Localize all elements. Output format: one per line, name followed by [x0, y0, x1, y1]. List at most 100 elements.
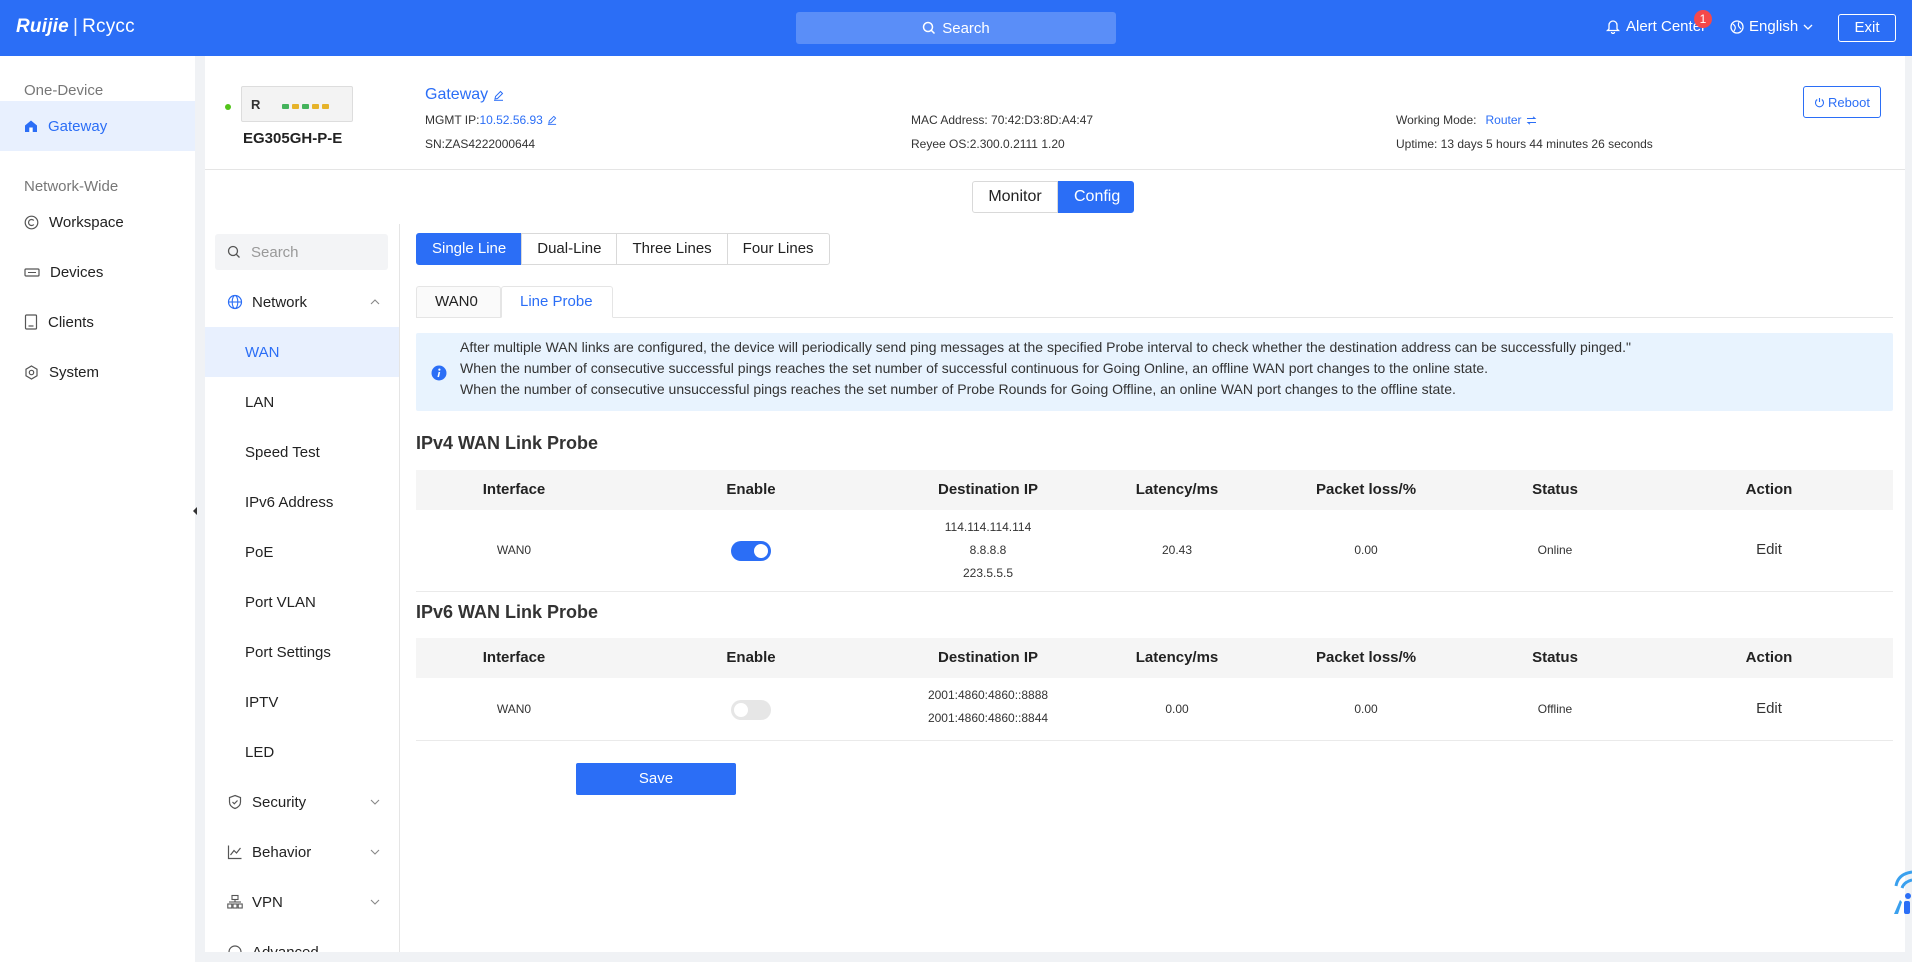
globe-icon — [1730, 19, 1744, 34]
chevron-down-icon — [370, 849, 380, 855]
sidebar-item-label: System — [49, 363, 100, 381]
working-mode-link[interactable]: Router — [1485, 113, 1521, 127]
device-name[interactable]: Gateway — [425, 86, 504, 104]
menu-item-iptv[interactable]: IPTV — [205, 677, 399, 727]
caret-left-icon — [193, 507, 197, 515]
tab-wan0[interactable]: WAN0 — [416, 286, 501, 318]
alert-center-button[interactable]: Alert Center — [1606, 18, 1706, 35]
edit-link[interactable]: Edit — [1756, 700, 1782, 717]
table-row: WAN0 114.114.114.114 8.8.8.8 223.5.5.5 2… — [416, 510, 1893, 592]
sidebar-item-gateway[interactable]: Gateway — [0, 101, 195, 151]
mgmt-ip-link[interactable]: 10.52.56.93 — [479, 113, 542, 127]
sidebar-item-clients[interactable]: Clients — [0, 297, 195, 347]
working-mode-info: Working Mode: Router — [1396, 113, 1537, 127]
col-interface: Interface — [482, 481, 546, 498]
home-icon — [25, 120, 37, 132]
ipv4-section-title: IPv4 WAN Link Probe — [416, 433, 599, 453]
mgmt-ip-info: MGMT IP: 10.52.56.93 — [425, 113, 557, 127]
tab-three-lines[interactable]: Three Lines — [616, 233, 728, 265]
shield-icon — [228, 794, 242, 810]
device-leds — [282, 104, 329, 109]
col-status: Status — [1532, 481, 1578, 498]
globe-icon — [227, 294, 243, 310]
destination-ip: 2001:4860:4860::8844 — [927, 711, 1049, 725]
assistant-icon[interactable] — [1890, 868, 1912, 916]
monitor-tab[interactable]: Monitor — [972, 181, 1058, 213]
menu-item-port-vlan[interactable]: Port VLAN — [205, 577, 399, 627]
edit-pencil-icon[interactable] — [493, 90, 504, 101]
menu-group-vpn[interactable]: VPN — [205, 877, 399, 927]
alert-count-badge: 1 — [1694, 10, 1712, 28]
enable-toggle[interactable] — [731, 700, 771, 720]
menu-item-poe[interactable]: PoE — [205, 527, 399, 577]
destination-ip-cell: 2001:4860:4860::8888 2001:4860:4860::884… — [928, 684, 1048, 730]
col-destination-ip: Destination IP — [937, 649, 1039, 666]
line-mode-tabs: Single Line Dual-Line Three Lines Four L… — [416, 233, 830, 265]
vpn-network-icon — [227, 894, 243, 909]
switch-arrows-icon[interactable] — [1526, 115, 1537, 125]
menu-search-input[interactable]: Search — [215, 234, 388, 270]
tab-four-lines[interactable]: Four Lines — [726, 233, 830, 265]
status-badge: Offline — [1537, 702, 1573, 716]
global-search-button[interactable]: Search — [796, 12, 1116, 44]
bell-icon — [1606, 20, 1620, 34]
brand-logo[interactable]: Ruijie | Rcycc — [16, 16, 135, 38]
col-action: Action — [1745, 481, 1793, 498]
menu-group-behavior[interactable]: Behavior — [205, 827, 399, 877]
tab-line-probe[interactable]: Line Probe — [501, 286, 613, 318]
chart-line-icon — [227, 845, 242, 860]
edit-link[interactable]: Edit — [1756, 541, 1782, 558]
exit-button[interactable]: Exit — [1838, 14, 1896, 42]
notice-line-2: When the number of consecutive successfu… — [460, 360, 1489, 376]
tab-dual-line[interactable]: Dual-Line — [521, 233, 618, 265]
language-selector[interactable]: English — [1730, 18, 1818, 35]
destination-ip: 8.8.8.8 — [969, 543, 1007, 557]
menu-item-led[interactable]: LED — [205, 727, 399, 777]
menu-group-label: Network — [252, 293, 308, 311]
left-sidebar: One-Device Gateway Network-Wide Workspac… — [0, 56, 195, 962]
sidebar-item-workspace[interactable]: Workspace — [0, 197, 195, 247]
interface-cell: WAN0 — [496, 702, 532, 716]
working-mode-label: Working Mode: — [1396, 113, 1477, 127]
menu-group-network[interactable]: Network — [205, 277, 399, 327]
top-bar: Ruijie | Rcycc Search Alert Center 1 Engli… — [0, 0, 1912, 56]
sidebar-item-label: Workspace — [49, 213, 124, 231]
workspace-icon — [24, 215, 39, 229]
menu-item-port-settings[interactable]: Port Settings — [205, 627, 399, 677]
edit-pencil-icon[interactable] — [547, 115, 557, 125]
online-status-dot — [225, 104, 231, 110]
save-button[interactable]: Save — [576, 763, 736, 795]
notice-line-3: When the number of consecutive unsuccess… — [460, 381, 1456, 397]
sidebar-item-system[interactable]: System — [0, 347, 195, 397]
device-badge-letter: R — [251, 97, 261, 112]
info-notice: After multiple WAN links are configured,… — [416, 333, 1893, 411]
tab-single-line[interactable]: Single Line — [416, 233, 523, 265]
menu-item-lan[interactable]: LAN — [205, 377, 399, 427]
mac-address: MAC Address: 70:42:D3:8D:A4:47 — [911, 113, 1094, 127]
global-search-label: Search — [942, 19, 990, 37]
main-panel: R EG305GH-P-E Gateway MGMT IP: 10.52.56.… — [205, 56, 1905, 952]
col-destination-ip: Destination IP — [937, 481, 1039, 498]
brand-secondary: Rcycc — [82, 16, 135, 37]
menu-group-security[interactable]: Security — [205, 777, 399, 827]
col-packet-loss: Packet loss/% — [1315, 649, 1417, 666]
enable-toggle[interactable] — [731, 541, 771, 561]
device-header: R EG305GH-P-E Gateway MGMT IP: 10.52.56.… — [205, 56, 1905, 170]
destination-ip: 2001:4860:4860::8888 — [927, 688, 1049, 702]
menu-group-label: Security — [252, 793, 307, 811]
reboot-button[interactable]: Reboot — [1803, 86, 1881, 118]
brand-primary: Ruijie — [16, 16, 69, 37]
col-packet-loss: Packet loss/% — [1315, 481, 1417, 498]
advanced-icon — [228, 945, 242, 952]
menu-item-ipv6-address[interactable]: IPv6 Address — [205, 477, 399, 527]
col-latency: Latency/ms — [1135, 649, 1219, 666]
col-enable: Enable — [726, 649, 776, 666]
menu-item-wan[interactable]: WAN — [205, 327, 399, 377]
config-tab[interactable]: Config — [1058, 181, 1134, 213]
sidebar-item-devices[interactable]: Devices — [0, 247, 195, 297]
uptime: Uptime: 13 days 5 hours 44 minutes 26 se… — [1396, 137, 1653, 151]
menu-search-placeholder: Search — [251, 243, 299, 261]
menu-item-speed-test[interactable]: Speed Test — [205, 427, 399, 477]
destination-ip-cell: 114.114.114.114 8.8.8.8 223.5.5.5 — [945, 516, 1032, 585]
menu-group-advanced[interactable]: Advanced — [205, 927, 399, 952]
